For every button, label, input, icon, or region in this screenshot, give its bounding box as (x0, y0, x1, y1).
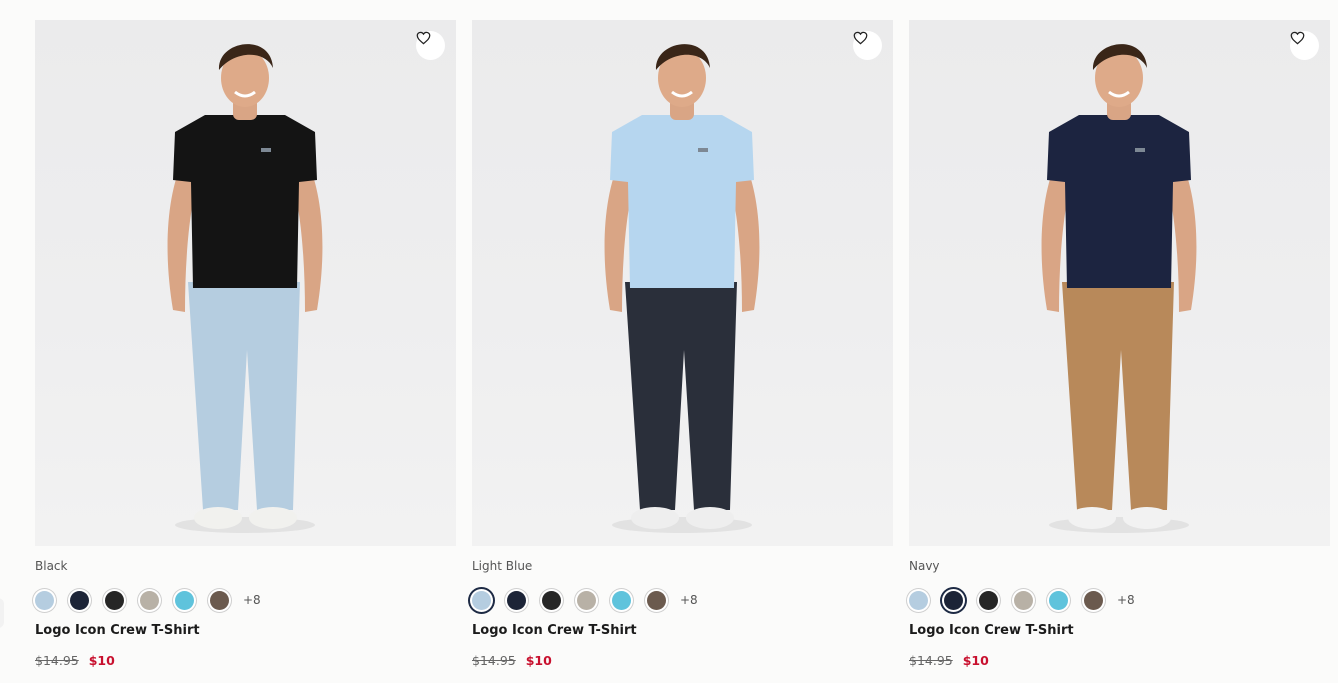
model-figure (604, 44, 760, 533)
color-swatch[interactable] (612, 590, 631, 610)
color-swatch[interactable] (210, 590, 229, 610)
product-title[interactable]: Logo Icon Crew T-Shirt (472, 623, 637, 638)
product-title[interactable]: Logo Icon Crew T-Shirt (909, 623, 1074, 638)
color-swatch[interactable] (647, 590, 666, 610)
original-price: $14.95 (909, 653, 953, 668)
color-swatch[interactable] (1049, 590, 1068, 610)
carousel-edge-handle[interactable] (0, 598, 4, 628)
original-price: $14.95 (35, 653, 79, 668)
heart-outline-icon (853, 31, 868, 45)
product-image[interactable] (472, 20, 893, 546)
heart-outline-icon (416, 31, 431, 45)
favorite-button[interactable] (1290, 31, 1319, 60)
selected-color-name: Light Blue (472, 559, 533, 573)
price: $14.95 $10 (472, 653, 552, 668)
sale-price: $10 (962, 653, 989, 668)
color-swatch[interactable] (70, 590, 89, 610)
color-swatch[interactable] (577, 590, 596, 610)
product-card: Light Blue +8 Logo Icon Crew T-Shirt $14… (472, 20, 893, 683)
color-swatch-list: +8 (909, 587, 1135, 613)
color-swatch[interactable] (507, 590, 526, 610)
more-colors-link[interactable]: +8 (1117, 593, 1135, 607)
sale-price: $10 (88, 653, 115, 668)
color-swatch-list: +8 (35, 587, 261, 613)
model-figure (1041, 44, 1197, 533)
color-swatch[interactable] (1084, 590, 1103, 610)
selected-color-name: Black (35, 559, 68, 573)
heart-outline-icon (1290, 31, 1305, 45)
product-title[interactable]: Logo Icon Crew T-Shirt (35, 623, 200, 638)
original-price: $14.95 (472, 653, 516, 668)
color-swatch[interactable] (542, 590, 561, 610)
model-figure (167, 44, 323, 533)
product-card: Navy +8 Logo Icon Crew T-Shirt $14.95 $1… (909, 20, 1330, 683)
color-swatch[interactable] (105, 590, 124, 610)
price: $14.95 $10 (909, 653, 989, 668)
color-swatch[interactable] (35, 590, 54, 610)
favorite-button[interactable] (416, 31, 445, 60)
sale-price: $10 (525, 653, 552, 668)
more-colors-link[interactable]: +8 (243, 593, 261, 607)
color-swatch[interactable] (944, 590, 963, 610)
color-swatch[interactable] (140, 590, 159, 610)
selected-color-name: Navy (909, 559, 940, 573)
product-card: Black +8 Logo Icon Crew T-Shirt $14.95 $… (35, 20, 456, 683)
color-swatch[interactable] (1014, 590, 1033, 610)
price: $14.95 $10 (35, 653, 115, 668)
color-swatch[interactable] (175, 590, 194, 610)
product-image[interactable] (35, 20, 456, 546)
product-grid: Black +8 Logo Icon Crew T-Shirt $14.95 $… (0, 0, 1338, 683)
color-swatch[interactable] (909, 590, 928, 610)
color-swatch[interactable] (472, 590, 491, 610)
color-swatch[interactable] (979, 590, 998, 610)
more-colors-link[interactable]: +8 (680, 593, 698, 607)
color-swatch-list: +8 (472, 587, 698, 613)
product-image[interactable] (909, 20, 1330, 546)
favorite-button[interactable] (853, 31, 882, 60)
